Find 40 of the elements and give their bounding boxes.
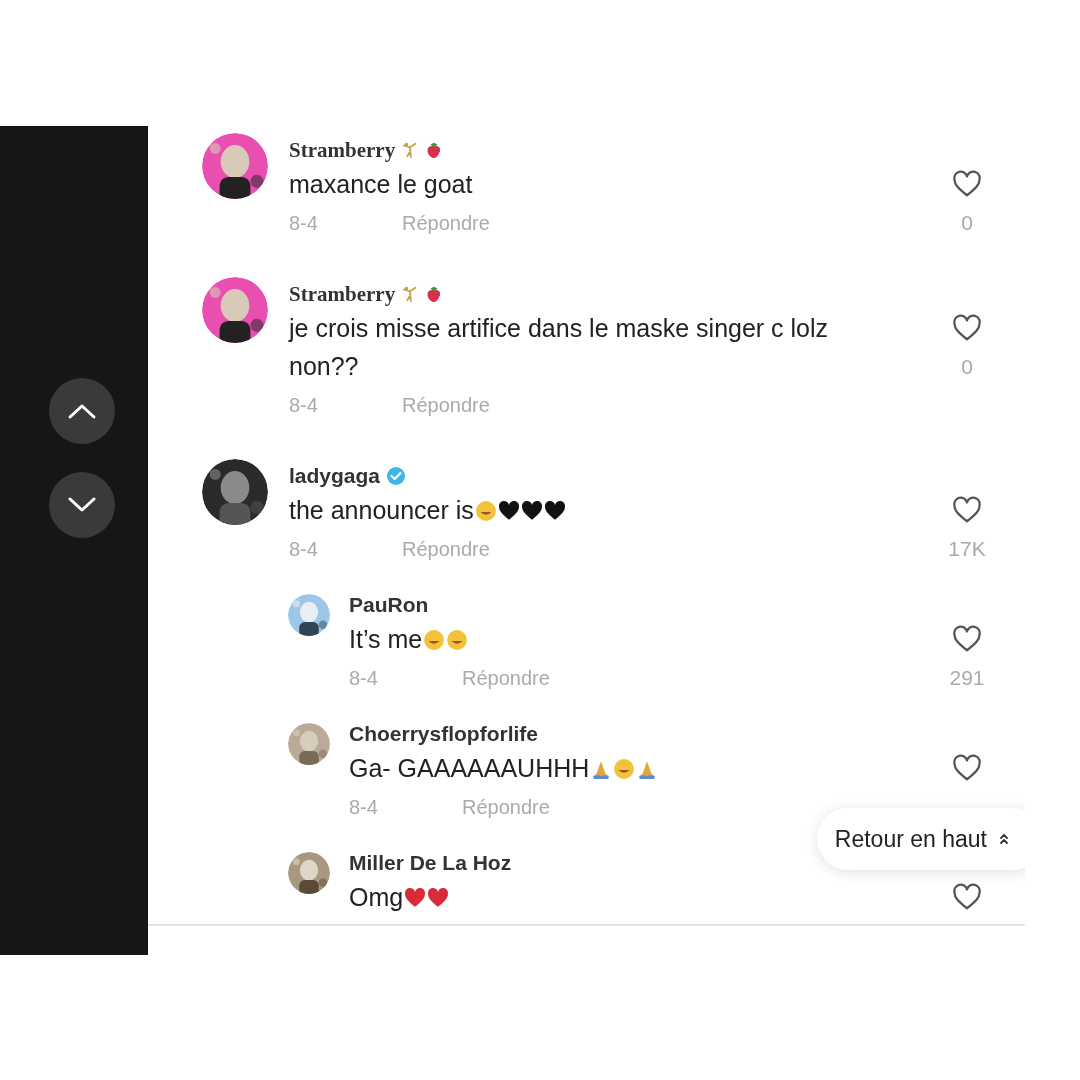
username[interactable]: Choerrysflopforlife [349, 722, 539, 746]
username[interactable]: PauRon [349, 593, 429, 617]
like-heart-icon[interactable] [952, 314, 982, 342]
comment-text: Omg [349, 878, 909, 916]
like-heart-icon[interactable] [952, 754, 982, 782]
username[interactable]: Stramberry [289, 137, 396, 163]
like-heart-icon[interactable] [952, 496, 982, 524]
smiley-emoji-icon [613, 758, 636, 780]
chevron-down-icon [67, 496, 97, 514]
like-heart-icon[interactable] [952, 883, 982, 911]
comment-date: 8-4 [289, 537, 319, 561]
heart-emoji-icon [543, 500, 566, 522]
comment-text: je crois misse artifice dans le maske singer c lolz non?? [289, 313, 830, 382]
chevron-up-icon [67, 402, 97, 420]
like-heart-icon[interactable] [952, 170, 982, 198]
smiley-emoji-icon [474, 500, 497, 522]
heart-emoji-icon [497, 500, 520, 522]
username[interactable]: Miller De La Hoz [349, 851, 512, 875]
smiley-emoji-icon [423, 629, 446, 651]
like-count: 0 [961, 354, 973, 380]
username[interactable]: Stramberry [289, 281, 396, 307]
comment-date: 8-4 [289, 393, 319, 417]
comment-date: 8-4 [289, 211, 319, 235]
back-to-top-button[interactable]: Retour en haut [816, 808, 1025, 870]
comment-date: 8-4 [349, 666, 379, 690]
smiley-emoji-icon [446, 629, 469, 651]
username[interactable]: ladygaga [289, 464, 381, 488]
like-heart-icon[interactable] [952, 625, 982, 653]
comment-text: Ga- GAAAAAAUHHH [349, 749, 909, 787]
like-count: 291 [949, 665, 985, 691]
comment-text: It’s me [349, 620, 909, 658]
double-chevron-up-icon [999, 833, 1009, 845]
like-count: 17K [948, 536, 986, 562]
like-count: 0 [961, 210, 973, 236]
comment-text: the announcer is [289, 491, 849, 529]
comment-text: maxance le goat [289, 169, 474, 200]
heart-emoji-icon [520, 500, 543, 522]
heart-emoji-icon [427, 887, 450, 909]
comment-date: 8-4 [349, 795, 379, 819]
heart-emoji-icon [404, 887, 427, 909]
